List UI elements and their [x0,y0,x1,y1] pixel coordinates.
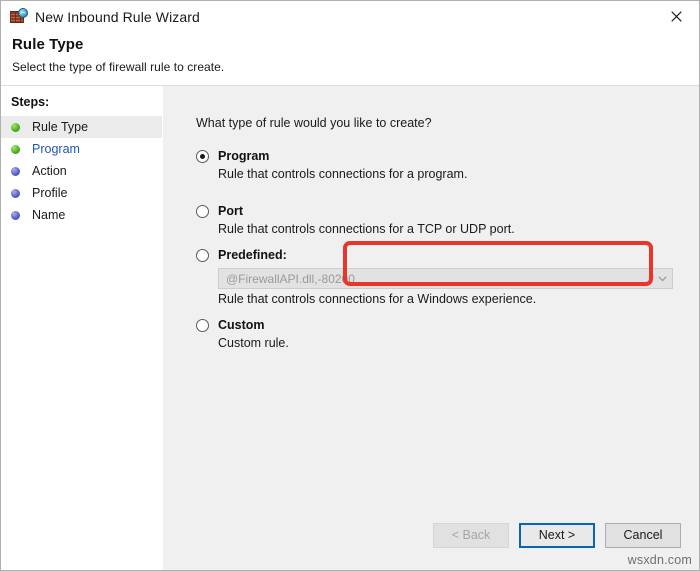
option-title: Predefined: [218,248,287,262]
predefined-dropdown[interactable]: @FirewallAPI.dll,-80200 [218,268,673,289]
option-description: Custom rule. [218,336,289,350]
steps-sidebar: Steps: Rule Type Program Action Profile … [1,86,163,570]
wizard-body: Steps: Rule Type Program Action Profile … [1,86,699,570]
question-text: What type of rule would you like to crea… [196,116,432,130]
sidebar-item-action[interactable]: Action [1,160,162,182]
steps-heading: Steps: [11,95,50,109]
page-title: Rule Type [12,36,84,53]
step-bullet-icon [11,144,20,154]
radio-predefined[interactable] [196,249,209,262]
cancel-button[interactable]: Cancel [605,522,681,548]
watermark: wsxdn.com [627,553,692,567]
rule-type-options: Program Rule that controls connections f… [163,130,699,351]
radio-port[interactable] [196,205,209,218]
sidebar-item-program[interactable]: Program [1,138,162,160]
page-subtitle: Select the type of firewall rule to crea… [12,60,225,74]
sidebar-item-label: Profile [32,186,68,200]
option-title: Program [218,149,270,163]
firewall-globe-icon [10,8,28,25]
next-button[interactable]: Next > [519,522,595,548]
option-description: Rule that controls connections for a Win… [218,292,537,306]
back-button[interactable]: < Back [433,522,509,548]
option-title: Custom [218,318,265,332]
radio-program[interactable] [196,150,209,163]
window-title: New Inbound Rule Wizard [35,8,200,25]
option-description: Rule that controls connections for a pro… [218,167,468,181]
step-bullet-icon [11,122,20,132]
option-predefined[interactable]: Predefined: @FirewallAPI.dll,-80200 Rule… [163,248,699,307]
step-bullet-icon [11,210,20,220]
option-title: Port [218,204,243,218]
sidebar-item-rule-type[interactable]: Rule Type [1,116,162,138]
main-panel: What type of rule would you like to crea… [163,86,699,570]
option-description: Rule that controls connections for a TCP… [218,222,515,236]
radio-custom[interactable] [196,319,209,332]
sidebar-item-label: Name [32,208,66,222]
sidebar-item-profile[interactable]: Profile [1,182,162,204]
close-icon[interactable] [654,1,699,32]
step-bullet-icon [11,188,20,198]
option-custom[interactable]: Custom Custom rule. [163,318,699,351]
option-program[interactable]: Program Rule that controls connections f… [163,149,699,182]
wizard-window: New Inbound Rule Wizard Rule Type Select… [0,0,700,571]
chevron-down-icon [652,269,672,288]
step-bullet-icon [11,166,20,176]
page-header: Rule Type Select the type of firewall ru… [1,32,699,86]
option-port[interactable]: Port Rule that controls connections for … [163,204,699,237]
sidebar-item-label: Action [32,164,67,178]
wizard-footer: < Back Next > Cancel [163,500,699,570]
sidebar-item-name[interactable]: Name [1,204,162,226]
sidebar-item-label: Rule Type [32,120,89,134]
title-bar: New Inbound Rule Wizard [1,1,699,32]
sidebar-item-label: Program [32,142,80,156]
predefined-dropdown-value: @FirewallAPI.dll,-80200 [226,271,355,286]
